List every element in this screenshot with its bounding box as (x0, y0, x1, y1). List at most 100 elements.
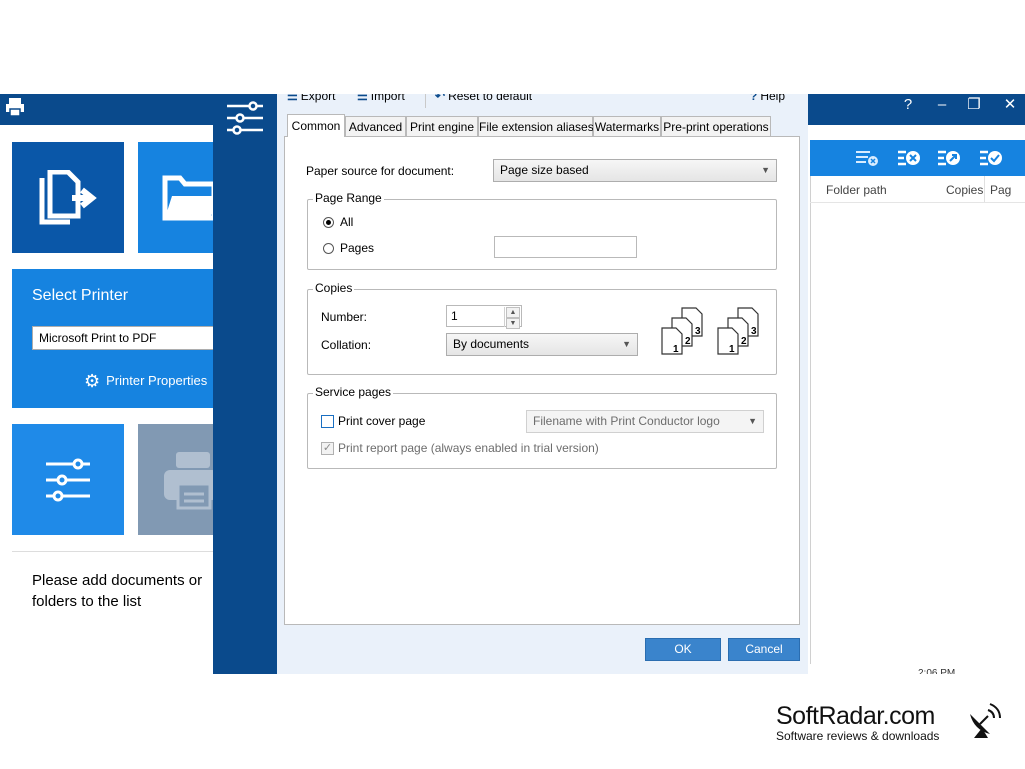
printer-properties-link[interactable]: ⚙ Printer Properties (84, 371, 207, 392)
copies-number-label: Number: (321, 310, 368, 324)
printer-properties-label: Printer Properties (106, 372, 208, 388)
printer-select[interactable]: Microsoft Print to PDF (32, 326, 218, 350)
chevron-down-icon: ▼ (748, 416, 757, 426)
remove-selected-icon[interactable] (854, 147, 880, 169)
panel-divider (810, 140, 811, 664)
stepper-down-icon[interactable]: ▼ (506, 318, 520, 329)
service-pages-title: Service pages (313, 385, 394, 399)
help-window-button[interactable]: ? (892, 94, 924, 116)
reset-label: Reset to default (448, 94, 533, 103)
page-range-group: Page Range All Pages (307, 191, 777, 270)
print-cover-checkbox[interactable] (321, 415, 334, 428)
restore-button[interactable]: ❐ (958, 94, 990, 116)
check-item-icon[interactable] (978, 147, 1004, 169)
add-files-tile[interactable] (12, 142, 124, 253)
svg-text:3: 3 (695, 326, 701, 337)
column-folder-path[interactable]: Folder path (826, 183, 887, 197)
export-label: Export (300, 94, 336, 103)
print-report-checkbox[interactable]: ✓ (321, 442, 334, 455)
settings-dialog: ☰ Export ☰ Import ↶ Reset to default ? Help … (213, 94, 808, 674)
paper-source-value: Page size based (500, 163, 589, 177)
column-copies[interactable]: Copies (946, 183, 983, 197)
radio-all-label: All (340, 215, 354, 229)
close-window-button[interactable]: ✕ (994, 94, 1025, 116)
import-icon: ☰ (357, 94, 368, 103)
collation-preview-icon-2: 321 (717, 307, 759, 355)
sliders-icon (46, 458, 90, 502)
copies-group: Copies Number: 1 ▲ ▼ Collation: By docum… (307, 281, 777, 375)
printer-large-icon (164, 452, 218, 510)
svg-text:2: 2 (685, 336, 691, 347)
help-icon: ? (750, 94, 758, 103)
svg-text:2: 2 (741, 336, 747, 347)
select-printer-tile: Select Printer Microsoft Print to PDF ⚙ P… (12, 269, 218, 408)
cover-template-value: Filename with Print Conductor logo (533, 414, 720, 428)
print-report-label: Print report page (always enabled in tri… (338, 441, 599, 455)
tab-pre-print-operations[interactable]: Pre-print operations (661, 116, 771, 136)
select-printer-title: Select Printer (32, 287, 129, 304)
sliders-icon (227, 101, 263, 135)
column-pages[interactable]: Pag (990, 183, 1020, 197)
chevron-down-icon: ▼ (622, 339, 631, 349)
paper-source-select[interactable]: Page size based ▼ (493, 159, 777, 182)
stepper-up-icon[interactable]: ▲ (506, 307, 520, 318)
column-separator (984, 176, 985, 202)
service-pages-group: Service pages Print cover page Filename … (307, 385, 777, 469)
minimize-button[interactable]: – (926, 94, 958, 116)
copies-title: Copies (313, 281, 355, 295)
collation-preview-icon: 321 (661, 307, 703, 355)
svg-text:3: 3 (751, 326, 757, 337)
pages-input[interactable] (494, 236, 637, 258)
gear-icon: ⚙ (84, 371, 101, 391)
dialog-content: ☰ Export ☰ Import ↶ Reset to default ? Help … (277, 94, 808, 674)
stepper-buttons: ▲ ▼ (504, 307, 521, 329)
move-item-icon[interactable] (936, 147, 962, 169)
print-tile[interactable] (138, 424, 218, 535)
toolbar-separator (425, 94, 426, 108)
add-folder-tile[interactable] (138, 142, 218, 253)
tab-print-engine[interactable]: Print engine (406, 116, 478, 136)
document-list[interactable]: Please add documents or folders to the l… (12, 551, 218, 675)
status-time: 2:06 PM (918, 668, 956, 674)
cover-template-select[interactable]: Filename with Print Conductor logo ▼ (526, 410, 764, 433)
right-panel: Folder path Copies Pag (810, 140, 1025, 664)
reset-icon: ↶ (435, 94, 446, 103)
clear-list-icon[interactable] (896, 147, 922, 169)
dialog-sidebar (213, 94, 277, 674)
dialog-toolbar: ☰ Export ☰ Import ↶ Reset to default ? Help (277, 94, 808, 108)
list-header: Folder path Copies Pag (810, 176, 1025, 203)
print-cover-label: Print cover page (338, 414, 426, 428)
empty-list-message: Please add documents or folders to the l… (32, 572, 203, 610)
ok-button[interactable]: OK (645, 638, 721, 661)
collation-select[interactable]: By documents ▼ (446, 333, 638, 356)
export-icon: ☰ (287, 94, 298, 103)
tab-common[interactable]: Common (287, 114, 345, 137)
svg-text:1: 1 (673, 344, 679, 355)
import-button[interactable]: ☰ Import (357, 94, 405, 103)
help-button[interactable]: ? Help (750, 94, 785, 103)
printer-icon (6, 98, 24, 117)
cancel-button[interactable]: Cancel (728, 638, 800, 661)
page-range-title: Page Range (313, 191, 384, 205)
copies-number-stepper[interactable]: 1 ▲ ▼ (446, 305, 522, 329)
collation-label: Collation: (321, 338, 372, 352)
watermark-subtitle: Software reviews & downloads (776, 729, 940, 743)
help-label: Help (760, 94, 786, 103)
add-folder-icon (162, 175, 218, 221)
watermark: SoftRadar.com Software reviews & downloa… (776, 702, 1001, 743)
settings-tile[interactable] (12, 424, 124, 535)
tab-advanced[interactable]: Advanced (345, 116, 406, 136)
watermark-title: SoftRadar.com (776, 702, 935, 730)
list-toolbar (810, 140, 1025, 176)
tab-file-extension-aliases[interactable]: File extension aliases (478, 116, 594, 136)
export-button[interactable]: ☰ Export (287, 94, 335, 103)
paper-source-label: Paper source for document: (306, 164, 455, 178)
tab-watermarks[interactable]: Watermarks (593, 116, 661, 136)
radio-all[interactable] (323, 217, 334, 228)
tab-panel-common: Paper source for document: Page size bas… (284, 136, 800, 625)
import-label: Import (370, 94, 405, 103)
svg-text:1: 1 (729, 344, 735, 355)
radio-pages[interactable] (323, 243, 334, 254)
add-files-icon (39, 170, 97, 225)
reset-button[interactable]: ↶ Reset to default (435, 94, 532, 103)
